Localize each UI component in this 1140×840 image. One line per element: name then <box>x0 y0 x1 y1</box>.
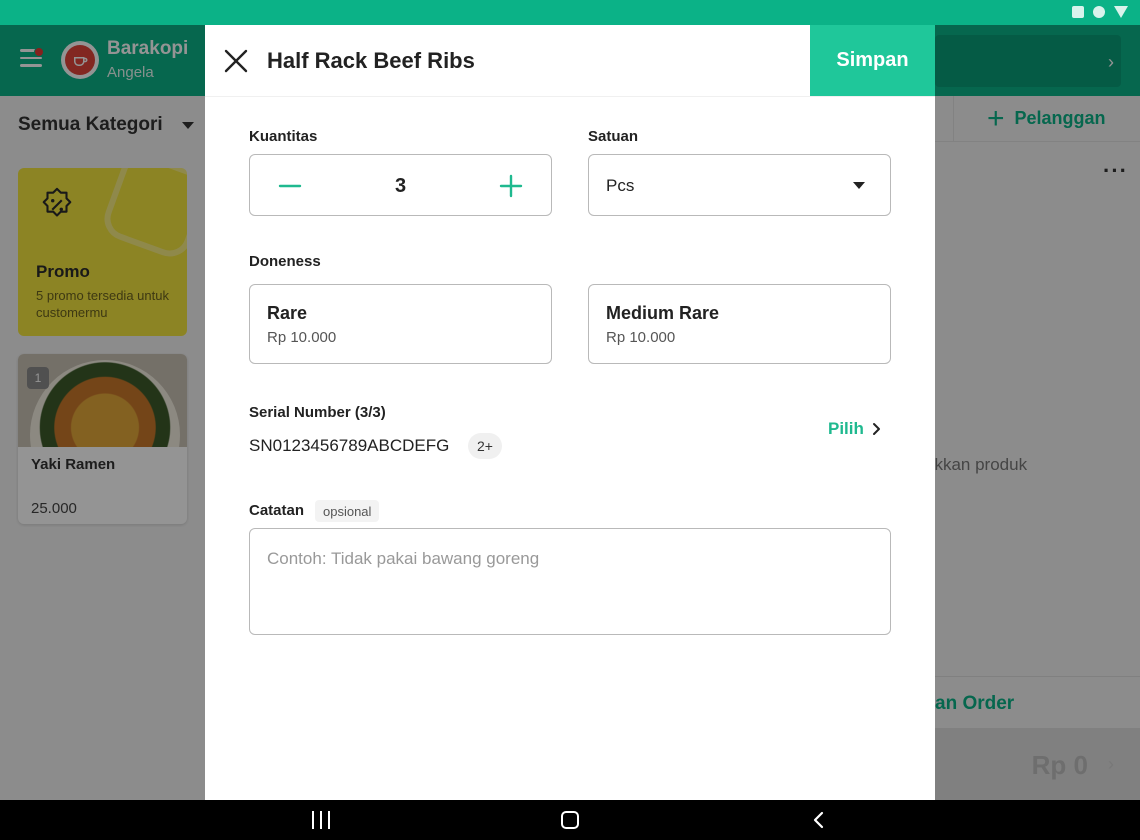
product-options-dialog: Half Rack Beef Ribs Simpan Kuantitas 3 S… <box>205 25 935 800</box>
recent-apps-icon[interactable] <box>312 811 330 829</box>
unit-select[interactable]: Pcs <box>588 154 891 216</box>
status-square-icon <box>1072 6 1084 18</box>
serial-more-badge: 2+ <box>468 433 502 459</box>
optional-chip: opsional <box>315 500 380 522</box>
dialog-title: Half Rack Beef Ribs <box>267 48 475 73</box>
unit-value: Pcs <box>606 176 635 195</box>
option-name: Rare <box>267 303 308 323</box>
doneness-option-medium-rare[interactable]: Medium Rare Rp 10.000 <box>588 284 891 364</box>
option-name: Medium Rare <box>606 303 720 323</box>
unit-label: Satuan <box>588 128 639 145</box>
serial-label: Serial Number (3/3) <box>249 404 386 421</box>
option-price: Rp 10.000 <box>267 329 337 346</box>
notes-label: Catatan <box>249 502 305 519</box>
doneness-label: Doneness <box>249 253 321 270</box>
close-icon[interactable] <box>223 48 249 74</box>
serial-value: SN0123456789ABCDEFG <box>249 436 450 455</box>
status-icons <box>1072 6 1128 18</box>
caret-down-icon <box>853 182 865 189</box>
chevron-right-icon <box>872 423 880 435</box>
quantity-stepper: 3 <box>249 154 552 216</box>
home-icon[interactable] <box>561 811 579 829</box>
status-signal-icon <box>1114 6 1128 18</box>
option-price: Rp 10.000 <box>606 329 676 346</box>
doneness-option-rare[interactable]: Rare Rp 10.000 <box>249 284 552 364</box>
dialog-header: Half Rack Beef Ribs Simpan <box>205 25 935 97</box>
back-icon[interactable] <box>810 811 828 829</box>
quantity-label: Kuantitas <box>249 128 318 145</box>
system-nav-bar <box>0 800 1140 840</box>
notes-field[interactable] <box>249 528 891 635</box>
status-bar <box>0 0 1140 25</box>
save-button[interactable]: Simpan <box>810 25 935 96</box>
pick-serial-button[interactable]: Pilih <box>828 419 882 439</box>
plus-icon[interactable] <box>496 171 526 201</box>
pick-serial-label: Pilih <box>828 419 864 438</box>
status-circle-icon <box>1093 6 1105 18</box>
